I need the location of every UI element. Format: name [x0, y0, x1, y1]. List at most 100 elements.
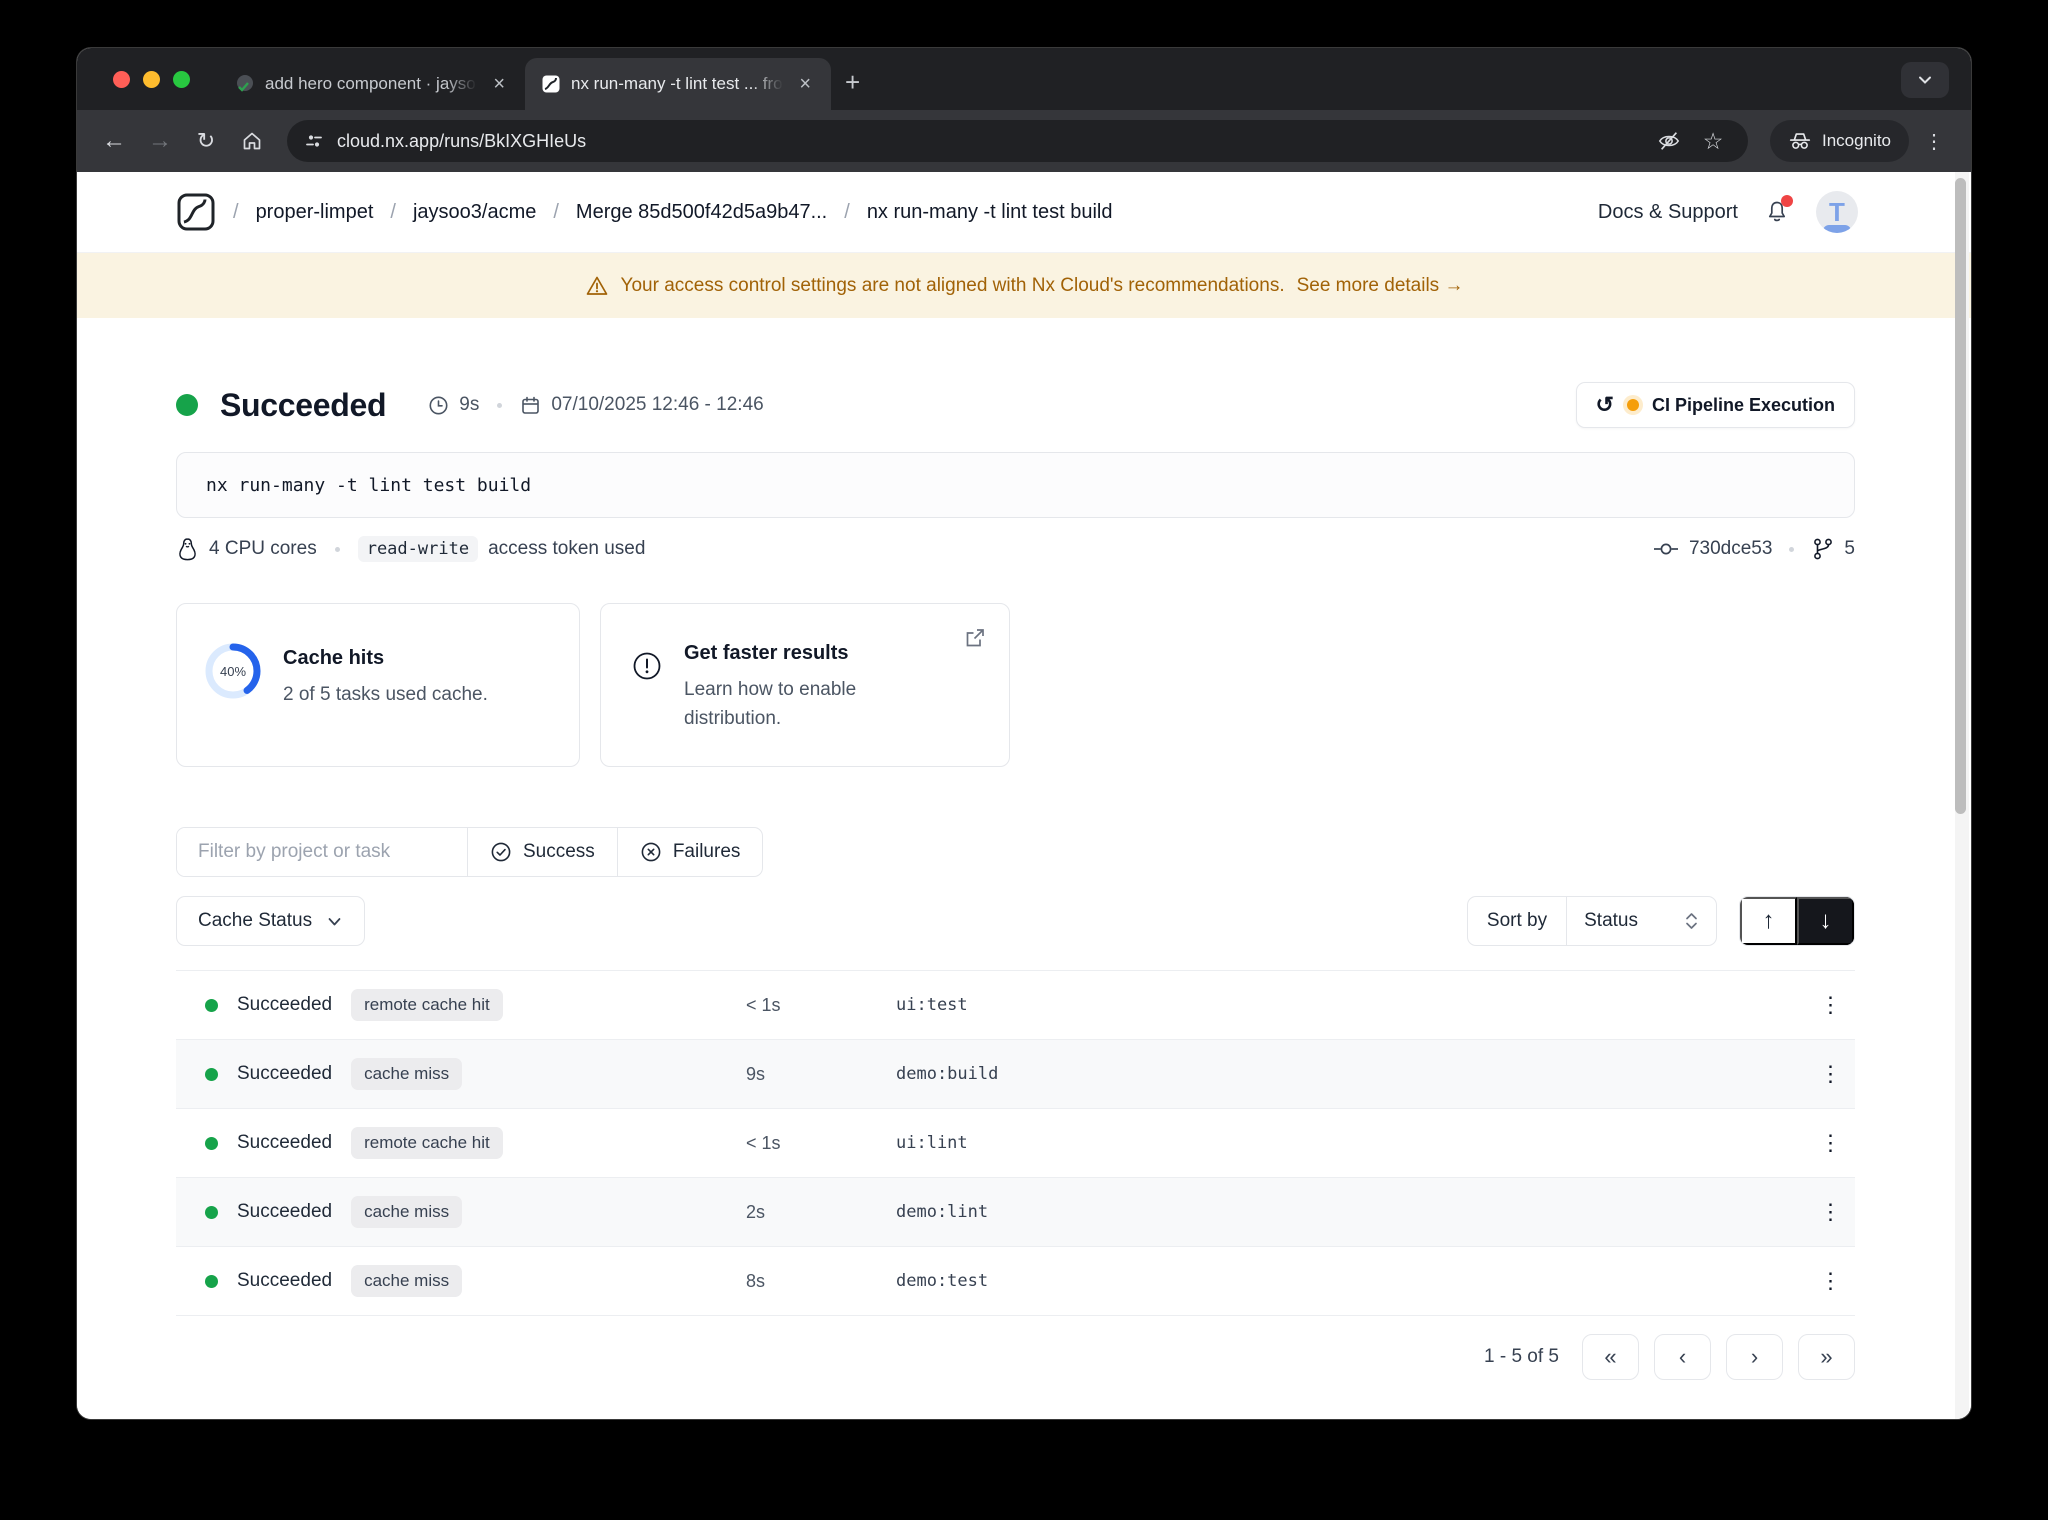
tab-title: nx run-many -t lint test ... from	[571, 74, 784, 93]
row-task[interactable]: demo:lint	[896, 1202, 1807, 1222]
pagination-label: 1 - 5 of 5	[1484, 1346, 1559, 1367]
cache-status-dropdown[interactable]: Cache Status	[176, 896, 366, 946]
close-tab-icon[interactable]: ×	[793, 72, 817, 96]
sort-direction-group: ↑ ↓	[1739, 896, 1855, 946]
avatar[interactable]: T	[1816, 191, 1858, 233]
row-status: Succeeded	[237, 994, 333, 1015]
eye-off-icon[interactable]	[1650, 122, 1688, 160]
access-token-badge: read-write	[357, 536, 479, 562]
close-tab-icon[interactable]: ×	[487, 72, 511, 96]
cache-badge: remote cache hit	[351, 989, 503, 1021]
reload-button[interactable]: ↻	[185, 120, 227, 162]
status-dot	[205, 1205, 218, 1219]
nx-cloud-logo[interactable]	[176, 192, 216, 232]
faster-card-subtitle: Learn how to enable distribution.	[684, 679, 857, 730]
breadcrumb-workspace[interactable]: proper-limpet	[256, 201, 374, 224]
branch-count[interactable]: 5	[1844, 538, 1855, 560]
github-icon	[235, 74, 255, 94]
notifications-button[interactable]	[1764, 195, 1793, 225]
commit-hash[interactable]: 730dce53	[1689, 538, 1772, 560]
external-link-icon[interactable]	[963, 626, 987, 650]
table-row[interactable]: Succeeded remote cache hit < 1s ui:test ⋮	[176, 971, 1855, 1040]
row-menu-button[interactable]: ⋮	[1807, 1268, 1855, 1294]
access-token-suffix: access token used	[488, 538, 646, 559]
breadcrumb-repo[interactable]: jaysoo3/acme	[413, 201, 536, 224]
row-duration: 9s	[746, 1063, 766, 1084]
breadcrumb-run[interactable]: nx run-many -t lint test build	[867, 201, 1113, 224]
address-bar[interactable]: cloud.nx.app/runs/BkIXGHIeUs ☆	[287, 120, 1748, 162]
browser-menu-button[interactable]: ⋮	[1913, 120, 1955, 162]
cache-percent: 40%	[219, 663, 247, 679]
row-menu-button[interactable]: ⋮	[1807, 1130, 1855, 1156]
row-menu-button[interactable]: ⋮	[1807, 1061, 1855, 1087]
cache-badge: cache miss	[351, 1265, 463, 1297]
ci-pipeline-execution-button[interactable]: ↺ CI Pipeline Execution	[1575, 382, 1855, 428]
first-page-button[interactable]: «	[1582, 1334, 1639, 1380]
banner-text: Your access control settings are not ali…	[620, 274, 1285, 296]
table-row[interactable]: Succeeded cache miss 8s demo:test ⋮	[176, 1247, 1855, 1316]
table-row[interactable]: Succeeded cache miss 2s demo:lint ⋮	[176, 1178, 1855, 1247]
breadcrumb: / proper-limpet / jaysoo3/acme / Merge 8…	[176, 192, 1112, 232]
tab-nx-run[interactable]: nx run-many -t lint test ... from ×	[525, 58, 831, 110]
run-status: Succeeded	[220, 386, 387, 423]
row-task[interactable]: ui:lint	[896, 1133, 1807, 1153]
last-page-button[interactable]: »	[1798, 1334, 1855, 1380]
table-row[interactable]: Succeeded remote cache hit < 1s ui:lint ⋮	[176, 1109, 1855, 1178]
filter-input[interactable]	[177, 828, 467, 876]
row-task[interactable]: demo:test	[896, 1271, 1807, 1291]
banner-details-link[interactable]: See more details →	[1297, 275, 1464, 297]
sort-descending-button[interactable]: ↓	[1797, 897, 1854, 945]
row-task[interactable]: ui:test	[896, 995, 1807, 1015]
zoom-window-button[interactable]	[173, 71, 190, 88]
row-menu-button[interactable]: ⋮	[1807, 992, 1855, 1018]
chevron-down-icon	[328, 917, 341, 925]
row-duration: 2s	[746, 1201, 766, 1222]
cache-badge: cache miss	[351, 1196, 463, 1228]
minimize-window-button[interactable]	[143, 71, 160, 88]
bookmark-star-icon[interactable]: ☆	[1694, 122, 1732, 160]
home-button[interactable]	[231, 120, 273, 162]
breadcrumb-separator: /	[844, 200, 850, 223]
row-duration: < 1s	[746, 1132, 781, 1153]
breadcrumb-separator: /	[553, 200, 559, 223]
browser-window: add hero component · jaysoo3 × nx run-ma…	[77, 48, 1971, 1419]
scrollbar-thumb[interactable]	[1955, 178, 1966, 814]
row-task[interactable]: demo:build	[896, 1064, 1807, 1084]
faster-card-title: Get faster results	[684, 642, 849, 664]
get-faster-results-card[interactable]: Get faster results Learn how to enable d…	[600, 603, 1010, 767]
success-filter-button[interactable]: Success	[467, 828, 617, 876]
previous-page-button[interactable]: ‹	[1654, 1334, 1711, 1380]
sort-ascending-button[interactable]: ↑	[1740, 897, 1797, 945]
incognito-icon	[1789, 133, 1811, 149]
breadcrumb-commit[interactable]: Merge 85d500f42d5a9b47...	[576, 201, 827, 224]
forward-button[interactable]: →	[139, 120, 181, 162]
warning-icon	[586, 276, 607, 295]
cache-hits-card: 40% Cache hits 2 of 5 tasks used cache.	[176, 603, 580, 767]
tasks-table: Succeeded remote cache hit < 1s ui:test ⋮…	[176, 970, 1855, 1316]
incognito-label: Incognito	[1822, 131, 1891, 150]
access-control-banner: Your access control settings are not ali…	[77, 253, 1971, 318]
window-controls[interactable]	[113, 71, 190, 88]
docs-support-link[interactable]: Docs & Support	[1598, 201, 1738, 224]
scrollbar-track[interactable]	[1955, 172, 1969, 1419]
back-button[interactable]: ←	[93, 120, 135, 162]
commit-icon	[1653, 543, 1678, 555]
row-status: Succeeded	[237, 1201, 333, 1222]
tab-search-button[interactable]	[1901, 62, 1949, 98]
nx-cloud-favicon	[541, 74, 561, 94]
close-window-button[interactable]	[113, 71, 130, 88]
site-settings-icon[interactable]	[303, 130, 325, 152]
failures-filter-button[interactable]: Failures	[616, 828, 763, 876]
row-menu-button[interactable]: ⋮	[1807, 1199, 1855, 1225]
success-filter-label: Success	[523, 841, 595, 862]
sort-by-group: Sort by Status	[1466, 896, 1717, 946]
new-tab-button[interactable]: +	[845, 67, 860, 98]
table-row[interactable]: Succeeded cache miss 9s demo:build ⋮	[176, 1040, 1855, 1109]
linux-icon	[179, 537, 196, 560]
tab-strip: add hero component · jaysoo3 × nx run-ma…	[77, 48, 1971, 110]
cache-badge: remote cache hit	[351, 1127, 503, 1159]
status-dot	[176, 394, 198, 416]
next-page-button[interactable]: ›	[1726, 1334, 1783, 1380]
tab-github-pr[interactable]: add hero component · jaysoo3 ×	[219, 58, 525, 110]
sort-field-select[interactable]: Status	[1566, 897, 1716, 945]
